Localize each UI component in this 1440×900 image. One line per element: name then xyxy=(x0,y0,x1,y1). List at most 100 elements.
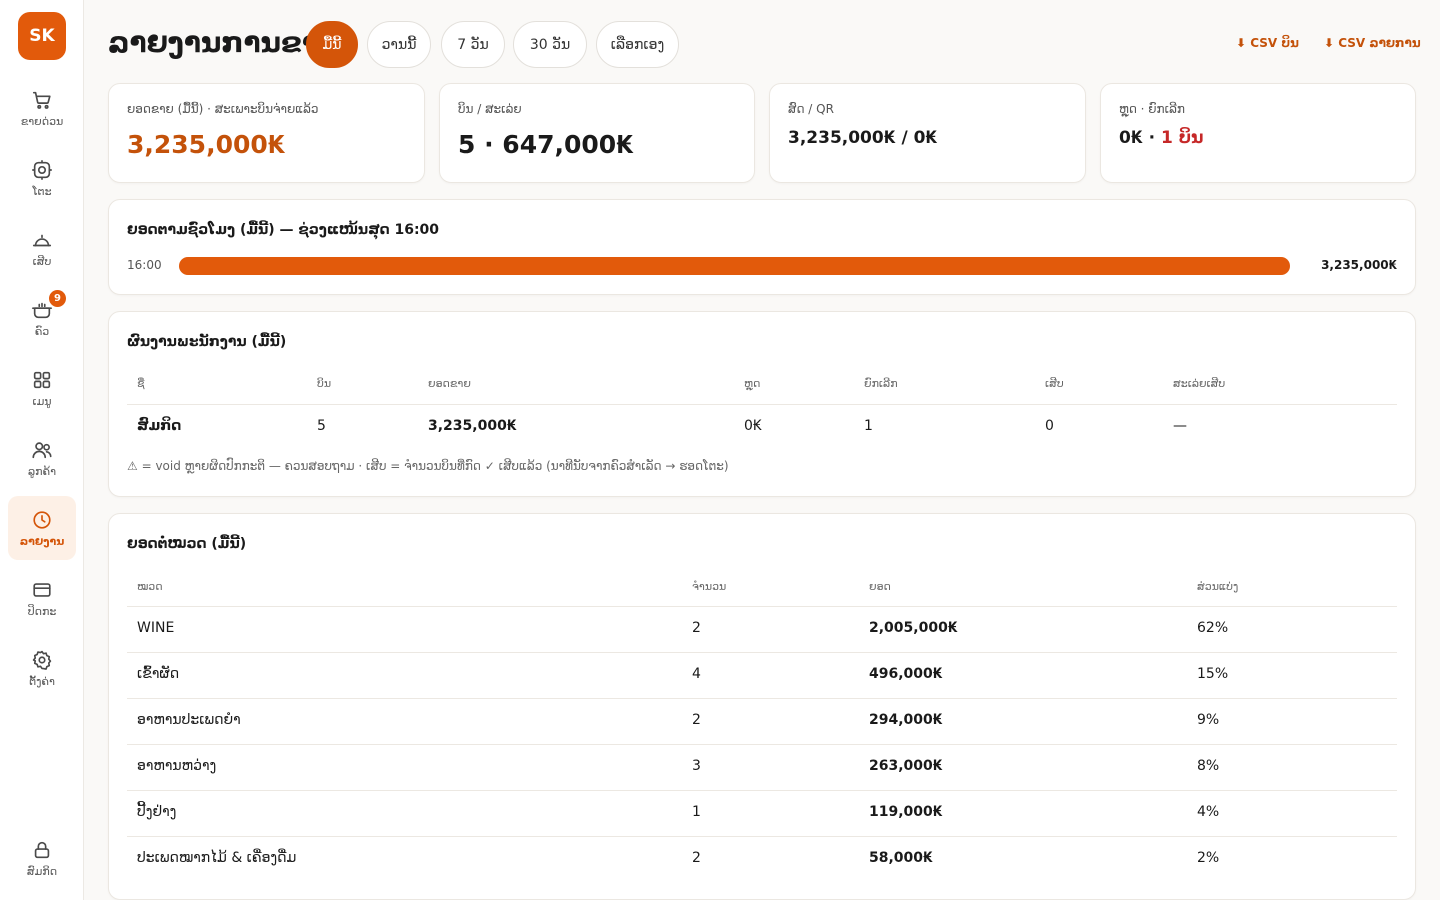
hour-bar-value: 3,235,000₭ xyxy=(1321,258,1397,272)
category-qty: 1 xyxy=(692,804,701,820)
csv-items-download[interactable]: ⬇ CSV ລາຍການ xyxy=(1324,36,1421,50)
hourly-title: ຍອດຕາມຊົ່ວໂມງ (ມື້ນີ້) — ຊ່ວງແໜ້ນສຸດ 16:… xyxy=(127,222,440,238)
stat-value: 3,235,000₭ xyxy=(127,130,286,159)
table-divider xyxy=(127,698,1397,699)
category-name: ເຂົ້າຜັດ xyxy=(137,666,180,682)
category-share: 8% xyxy=(1197,758,1220,774)
category-qty: 2 xyxy=(692,850,701,866)
cart-icon xyxy=(32,91,51,109)
sidebar-item-quick-sale[interactable]: ຂາຍດ່ວນ xyxy=(8,76,76,140)
staff-void: 1 xyxy=(864,418,873,434)
sidebar-item-label: ເມນູ xyxy=(32,394,52,408)
sidebar-item-label: ເສີບ xyxy=(32,254,52,268)
app-logo[interactable]: SK xyxy=(18,12,66,60)
category-amount: 119,000₭ xyxy=(869,804,943,820)
range-button-30-days[interactable]: 30 ວັນ xyxy=(513,21,587,68)
sidebar-user-lock[interactable]: ສົມກິດ xyxy=(8,826,76,890)
csv-bills-download[interactable]: ⬇ CSV ບິນ xyxy=(1236,36,1299,50)
sidebar: SK ຂາຍດ່ວນ ໂຕະ ເສີບ ຄົວ 9 ເມນູ ລູກຄ້າ ລາ… xyxy=(0,0,84,900)
table-divider xyxy=(127,744,1397,745)
grid-icon xyxy=(33,371,51,388)
sidebar-item-close-shift[interactable]: ປິດກະ xyxy=(8,566,76,630)
range-button-today[interactable]: ມື້ນີ້ xyxy=(306,21,358,68)
category-name: ປີ້ງຢ່າງ xyxy=(137,804,177,820)
category-qty: 2 xyxy=(692,712,701,728)
staff-performance-card: ຜົນງານພະນັກງານ (ມື້ນີ້) ຊື່ ບິນ ຍອດຂາຍ ຫ… xyxy=(108,311,1416,497)
table-divider xyxy=(127,606,1397,607)
range-button-yesterday[interactable]: ວານນີ້ xyxy=(367,21,431,68)
table-divider xyxy=(127,404,1397,405)
stat-value: 0₭ · 1 ບິນ xyxy=(1119,128,1203,148)
col-header-name: ຊື່ xyxy=(137,377,145,390)
discount-value: 0₭ · xyxy=(1119,128,1161,148)
category-name: WINE xyxy=(137,620,175,636)
stat-label: ຫຼຸດ · ຍົກເລີກ xyxy=(1119,102,1185,116)
sidebar-item-kitchen[interactable]: ຄົວ 9 xyxy=(8,286,76,350)
col-header-amount: ຍອດ xyxy=(869,580,891,593)
category-share: 15% xyxy=(1197,666,1229,682)
user-name-label: ສົມກິດ xyxy=(26,864,58,878)
table-divider xyxy=(127,836,1397,837)
staff-discount: 0₭ xyxy=(744,418,762,434)
sidebar-item-serving[interactable]: ເສີບ xyxy=(8,216,76,280)
card-icon xyxy=(33,582,51,597)
table-divider xyxy=(127,652,1397,653)
col-header-qty: ຈຳນວນ xyxy=(692,580,727,593)
staff-name: ສົມກິດ xyxy=(137,418,182,434)
category-qty: 2 xyxy=(692,620,701,636)
serving-cloche-icon xyxy=(32,234,52,246)
category-name: ອາຫານປະເພດຍຳ xyxy=(137,712,241,728)
table-divider xyxy=(127,790,1397,791)
category-amount: 496,000₭ xyxy=(869,666,943,682)
category-share: 9% xyxy=(1197,712,1220,728)
sidebar-item-customers[interactable]: ລູກຄ້າ xyxy=(8,426,76,490)
clock-icon xyxy=(33,510,51,529)
stat-label: ບິນ / ສະເລ່ຍ xyxy=(458,102,522,116)
category-name: ອາຫານຫວ່າງ xyxy=(137,758,217,774)
stat-card-sales: ຍອດຂາຍ (ມື້ນີ້) · ສະເພາະບິນຈ່າຍແລ້ວ 3,23… xyxy=(108,83,425,183)
sidebar-item-menu[interactable]: ເມນູ xyxy=(8,356,76,420)
col-header-sales: ຍອດຂາຍ xyxy=(428,377,471,390)
stat-value: 5 · 647,000₭ xyxy=(458,130,634,159)
lock-icon xyxy=(34,841,50,858)
category-qty: 3 xyxy=(692,758,701,774)
col-header-bills: ບິນ xyxy=(317,377,332,390)
void-count: 1 ບິນ xyxy=(1160,128,1204,148)
category-title: ຍອດຕໍ່ໝວດ (ມື້ນີ້) xyxy=(127,536,247,552)
sidebar-item-reports[interactable]: ລາຍງານ xyxy=(8,496,76,560)
col-header-share: ສ່ວນແບ່ງ xyxy=(1197,580,1239,593)
sidebar-item-label: ໂຕະ xyxy=(32,184,52,198)
category-share: 62% xyxy=(1197,620,1229,636)
hourly-sales-card: ຍອດຕາມຊົ່ວໂມງ (ມື້ນີ້) — ຊ່ວງແໜ້ນສຸດ 16:… xyxy=(108,199,1416,295)
stat-card-discount-void: ຫຼຸດ · ຍົກເລີກ 0₭ · 1 ບິນ xyxy=(1100,83,1416,183)
category-qty: 4 xyxy=(692,666,701,682)
category-amount: 58,000₭ xyxy=(869,850,933,866)
staff-note: ⚠ = void ຫຼາຍຜິດປົກກະຕິ — ຄວນສອບຖາມ · ເສ… xyxy=(127,459,729,473)
staff-title: ຜົນງານພະນັກງານ (ມື້ນີ້) xyxy=(127,334,287,350)
col-header-avg-serve: ສະເລ່ຍເສີບ xyxy=(1173,377,1226,390)
col-header-served: ເສີບ xyxy=(1045,377,1064,390)
staff-bills: 5 xyxy=(317,418,326,434)
hour-bar-fill xyxy=(179,257,1290,275)
category-sales-card: ຍອດຕໍ່ໝວດ (ມື້ນີ້) ໝວດ ຈຳນວນ ຍອດ ສ່ວນແບ່… xyxy=(108,513,1416,900)
stat-card-bills-average: ບິນ / ສະເລ່ຍ 5 · 647,000₭ xyxy=(439,83,755,183)
col-header-discount: ຫຼຸດ xyxy=(744,377,761,390)
stat-label: ສົດ / QR xyxy=(788,102,834,116)
category-amount: 294,000₭ xyxy=(869,712,943,728)
category-amount: 263,000₭ xyxy=(869,758,943,774)
staff-served: 0 xyxy=(1045,418,1054,434)
col-header-category: ໝວດ xyxy=(137,580,163,593)
sidebar-item-settings[interactable]: ຕັ້ງຄ່າ xyxy=(8,636,76,700)
col-header-void: ຍົກເລີກ xyxy=(864,377,898,390)
sidebar-item-label: ຕັ້ງຄ່າ xyxy=(29,674,55,688)
stat-label: ຍອດຂາຍ (ມື້ນີ້) · ສະເພາະບິນຈ່າຍແລ້ວ xyxy=(127,102,319,116)
range-button-custom[interactable]: ເລືອກເອງ xyxy=(596,21,679,68)
sidebar-item-tables[interactable]: ໂຕະ xyxy=(8,146,76,210)
range-button-7-days[interactable]: 7 ວັນ xyxy=(441,21,505,68)
kitchen-count-badge: 9 xyxy=(49,290,66,307)
stat-value: 3,235,000₭ / 0₭ xyxy=(788,128,938,148)
staff-avg-serve: — xyxy=(1173,418,1187,434)
sidebar-item-label: ລູກຄ້າ xyxy=(27,464,56,478)
stat-card-cash-qr: ສົດ / QR 3,235,000₭ / 0₭ xyxy=(769,83,1086,183)
gear-icon xyxy=(32,650,52,670)
